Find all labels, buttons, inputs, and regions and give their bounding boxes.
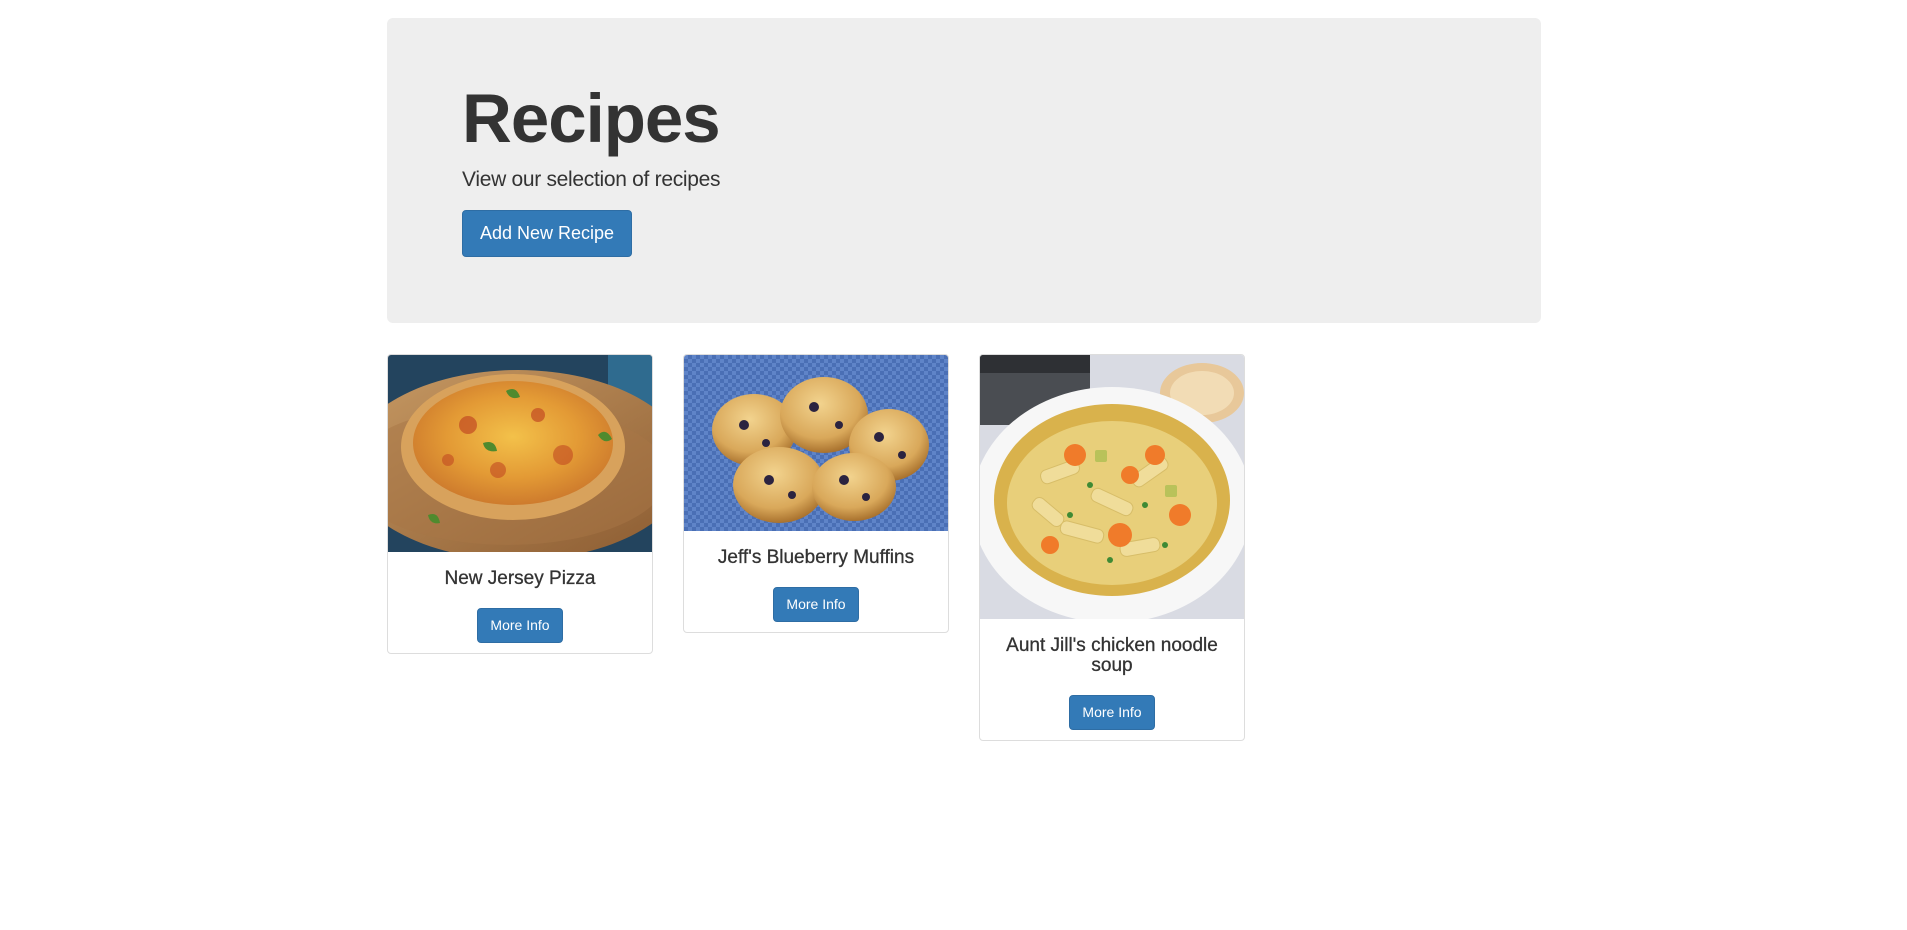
recipe-title: Jeff's Blueberry Muffins: [717, 547, 915, 568]
recipe-caption: Jeff's Blueberry Muffins More Info: [684, 531, 948, 632]
more-info-button[interactable]: More Info: [477, 607, 563, 643]
add-new-recipe-button[interactable]: Add New Recipe: [462, 210, 633, 257]
recipe-card: New Jersey Pizza More Info: [387, 354, 653, 654]
page-subtitle: View our selection of recipes: [462, 168, 721, 191]
page-container: Recipes View our selection of recipes Ad…: [387, 18, 1541, 741]
more-info-button[interactable]: More Info: [773, 586, 859, 622]
chicken-noodle-soup-photo: [980, 355, 1244, 619]
recipe-title: New Jersey Pizza: [444, 568, 596, 589]
page-title: Recipes: [462, 80, 721, 157]
jumbotron-header: Recipes View our selection of recipes Ad…: [387, 18, 1541, 323]
pizza-photo: [388, 355, 652, 552]
recipe-caption: New Jersey Pizza More Info: [388, 552, 652, 653]
recipe-card: Jeff's Blueberry Muffins More Info: [683, 354, 949, 633]
recipe-card: Aunt Jill's chicken noodle soup More Inf…: [979, 354, 1245, 741]
recipe-caption: Aunt Jill's chicken noodle soup More Inf…: [980, 619, 1244, 740]
more-info-button[interactable]: More Info: [1069, 694, 1155, 730]
blueberry-muffins-photo: [684, 355, 948, 531]
recipe-title: Aunt Jill's chicken noodle soup: [1006, 635, 1218, 676]
